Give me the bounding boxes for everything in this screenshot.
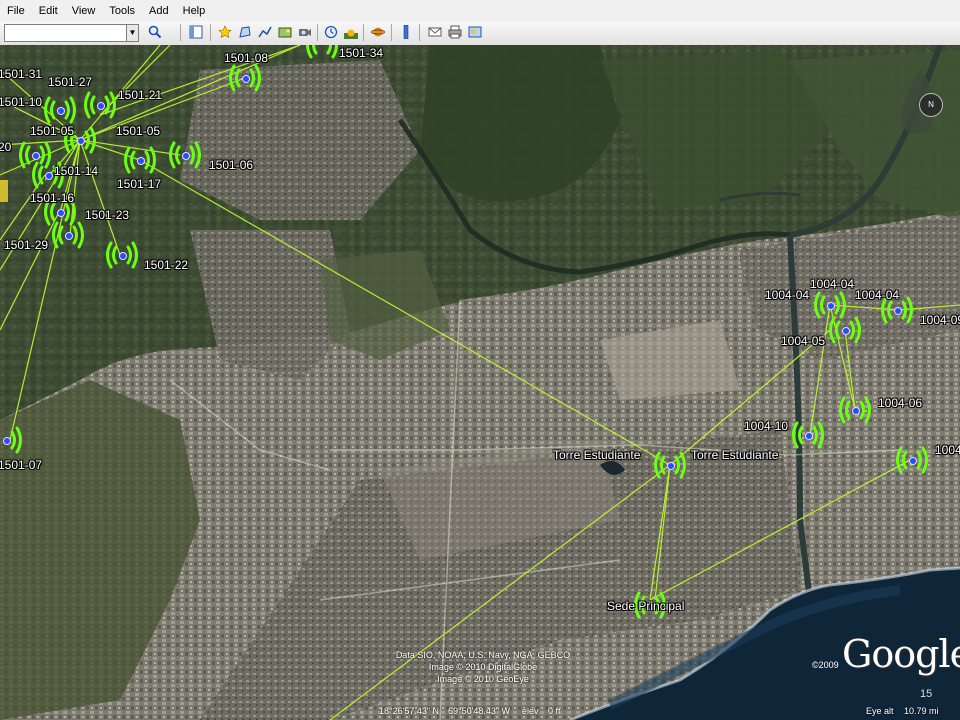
tower-label[interactable]: 1501-22 bbox=[144, 258, 188, 272]
tower-label[interactable]: 1004-05 bbox=[781, 334, 825, 348]
tower-label[interactable]: Torre Estudiante bbox=[691, 448, 778, 462]
tower-marker-1501-07[interactable] bbox=[3, 437, 11, 445]
tower-label[interactable]: 1501-27 bbox=[48, 75, 92, 89]
tower-label[interactable]: 1501-31 bbox=[0, 67, 42, 81]
tower-marker-1501-06[interactable] bbox=[182, 152, 190, 160]
google-logo: Google bbox=[842, 632, 960, 676]
latitude-readout: 18°26'57.43" N bbox=[379, 706, 440, 716]
tower-label[interactable]: 1004-04 bbox=[765, 288, 809, 302]
planets-icon[interactable] bbox=[369, 23, 387, 41]
tower-label[interactable]: 1501-05 bbox=[30, 124, 74, 138]
historical-imagery-icon[interactable] bbox=[322, 23, 340, 41]
tower-label[interactable]: 1501-34 bbox=[339, 46, 383, 60]
tower-label[interactable]: 1004-04 bbox=[810, 277, 854, 291]
tower-label[interactable]: 1501-21 bbox=[118, 88, 162, 102]
email-icon[interactable] bbox=[426, 23, 444, 41]
toolbar: ▼ bbox=[0, 21, 960, 46]
tower-marker-1501-29[interactable] bbox=[65, 232, 73, 240]
tower-label[interactable]: 1501-16 bbox=[30, 191, 74, 205]
print-icon[interactable] bbox=[446, 23, 464, 41]
tower-marker-1501-05[interactable] bbox=[77, 137, 85, 145]
tower-marker-1501-27[interactable] bbox=[97, 102, 105, 110]
google-copyright: ©2009 bbox=[812, 660, 839, 670]
credit-line: Image © 2010 DigitalGlobe bbox=[428, 662, 538, 672]
tower-marker-1501-17[interactable] bbox=[137, 157, 145, 165]
tower-marker-1501-08[interactable] bbox=[242, 75, 250, 83]
tower-marker-1501-22[interactable] bbox=[119, 252, 127, 260]
menu-bar: File Edit View Tools Add Help bbox=[0, 0, 960, 22]
tower-label[interactable]: 1501-05 bbox=[116, 124, 160, 138]
tower-label[interactable]: 1004-06 bbox=[878, 396, 922, 410]
tower-label[interactable]: 1501-07 bbox=[0, 458, 42, 472]
tower-marker-1004-04[interactable] bbox=[827, 302, 835, 310]
tower-label[interactable]: 1004 bbox=[935, 443, 960, 457]
tower-label[interactable]: Torre Estudiante bbox=[553, 448, 640, 462]
elevation-readout: 0 ft bbox=[548, 706, 561, 716]
tower-label[interactable]: 1004-10 bbox=[744, 419, 788, 433]
tower-marker-torre-estudiante[interactable] bbox=[667, 462, 675, 470]
tower-label[interactable]: Sede Principal bbox=[607, 599, 684, 613]
tower-marker-1004-10[interactable] bbox=[805, 432, 813, 440]
polygon-icon[interactable] bbox=[236, 23, 254, 41]
tower-marker-1501-16[interactable] bbox=[57, 209, 65, 217]
tower-marker-1004-06[interactable] bbox=[852, 407, 860, 415]
credit-line: Image © 2010 GeoEye bbox=[437, 674, 529, 684]
tower-label[interactable]: 20 bbox=[0, 140, 11, 154]
tower-label[interactable]: 1501-17 bbox=[117, 177, 161, 191]
tower-label[interactable]: 1501-14 bbox=[54, 164, 98, 178]
tour-icon[interactable] bbox=[296, 23, 314, 41]
tower-label[interactable]: 1501-08 bbox=[224, 51, 268, 65]
menu-help[interactable]: Help bbox=[176, 5, 213, 17]
tower-label[interactable]: 1004-04 bbox=[855, 288, 899, 302]
sunlight-icon[interactable] bbox=[342, 23, 360, 41]
satellite-imagery bbox=[0, 45, 960, 720]
tower-marker-1004-05[interactable] bbox=[842, 327, 850, 335]
path-icon[interactable] bbox=[256, 23, 274, 41]
credit-line: Data SIO, NOAA, U.S. Navy, NGA, GEBCO bbox=[395, 650, 571, 660]
menu-file[interactable]: File bbox=[0, 5, 32, 17]
imagery-credits: Data SIO, NOAA, U.S. Navy, NGA, GEBCO Im… bbox=[378, 649, 588, 685]
menu-edit[interactable]: Edit bbox=[32, 5, 65, 17]
tower-label[interactable]: 1004-09 bbox=[920, 313, 960, 327]
tower-label[interactable]: 1501-29 bbox=[4, 238, 48, 252]
tower-marker-1501-14[interactable] bbox=[45, 172, 53, 180]
tower-marker-20[interactable] bbox=[32, 152, 40, 160]
menu-tools[interactable]: Tools bbox=[102, 5, 142, 17]
tower-marker-1501-10[interactable] bbox=[57, 107, 65, 115]
map-view[interactable]: 1501-31 1501-27 1501-10 1501-21 1501-05 … bbox=[0, 45, 960, 720]
search-icon[interactable] bbox=[146, 23, 164, 41]
page-number: 15 bbox=[920, 688, 933, 700]
menu-view[interactable]: View bbox=[65, 5, 103, 17]
longitude-readout: 69°50'48.43" W bbox=[448, 706, 511, 716]
image-overlay-icon[interactable] bbox=[276, 23, 294, 41]
search-input[interactable] bbox=[4, 24, 128, 42]
tower-label[interactable]: 1501-23 bbox=[85, 208, 129, 222]
ruler-icon[interactable] bbox=[397, 23, 415, 41]
eye-altitude-readout: 10.79 mi bbox=[904, 706, 939, 716]
eye-altitude-label: Eye alt bbox=[866, 706, 894, 716]
tower-label[interactable]: 1501-10 bbox=[0, 95, 42, 109]
tower-label[interactable]: 1501-06 bbox=[209, 158, 253, 172]
tower-marker-1004-04b[interactable] bbox=[894, 307, 902, 315]
compass-rose-icon[interactable]: N bbox=[919, 93, 943, 117]
sidebar-icon[interactable] bbox=[187, 23, 205, 41]
tower-marker-1004[interactable] bbox=[909, 457, 917, 465]
menu-add[interactable]: Add bbox=[142, 5, 176, 17]
save-image-icon[interactable] bbox=[466, 23, 484, 41]
elevation-label: elev bbox=[522, 706, 539, 716]
search-dropdown-button[interactable]: ▼ bbox=[126, 24, 139, 42]
placemark-icon[interactable] bbox=[216, 23, 234, 41]
